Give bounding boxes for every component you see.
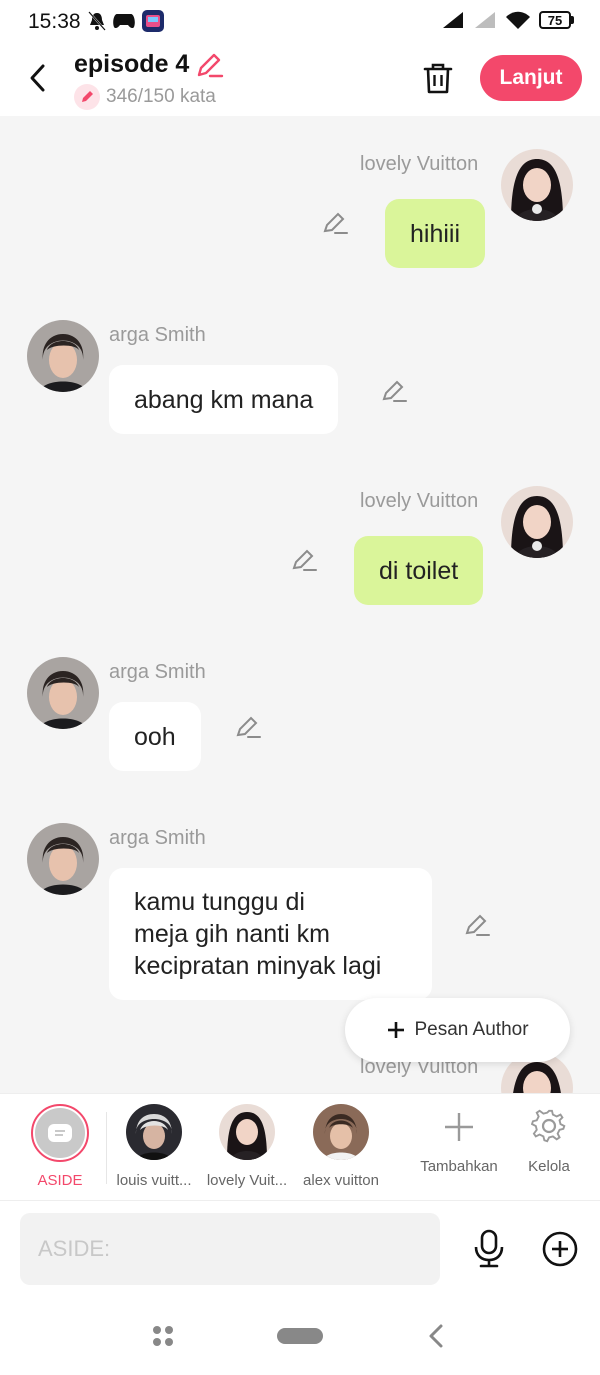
pencil-icon: [465, 914, 490, 936]
back-arrow-icon: [30, 64, 45, 92]
word-count-text: 346/150 kata: [106, 86, 216, 107]
message-line: meja gih nanti km: [134, 920, 330, 948]
add-character-label: Tambahkan: [420, 1158, 498, 1175]
character-label: louis vuitt...: [116, 1172, 192, 1189]
edit-message-button[interactable]: [463, 911, 491, 939]
nav-back-icon: [429, 1324, 443, 1348]
bell-off-icon: [88, 11, 106, 31]
message-line: kecipratan minyak lagi: [134, 952, 382, 980]
microphone-button[interactable]: [470, 1227, 508, 1271]
message-line: kamu tunggu di: [134, 888, 305, 916]
header: episode 4 346/150 kata Lanjut: [0, 44, 600, 116]
pencil-badge-icon: [74, 84, 100, 110]
back-button[interactable]: [22, 60, 52, 96]
message-bubble[interactable]: kamu tunggu di meja gih nanti km kecipra…: [109, 868, 432, 1000]
message-bubble[interactable]: abang km mana: [109, 365, 339, 434]
character-aside[interactable]: ASIDE: [15, 1104, 105, 1189]
navigation-bar: [0, 1297, 600, 1375]
divider: [106, 1112, 107, 1184]
plus-icon: [388, 1022, 405, 1038]
avatar[interactable]: [27, 657, 99, 729]
gear-icon: [531, 1109, 566, 1143]
delete-button[interactable]: [420, 58, 456, 98]
avatar[interactable]: [27, 320, 99, 392]
character-lovely[interactable]: lovely Vuit...: [202, 1104, 292, 1189]
signal-weak-icon: [475, 12, 495, 28]
battery-icon: 75: [539, 11, 574, 29]
pencil-icon: [236, 716, 261, 738]
aside-icon: [35, 1108, 85, 1158]
message-input[interactable]: [20, 1213, 440, 1285]
battery-level: 75: [539, 11, 571, 29]
message-bubble[interactable]: ooh: [109, 702, 201, 771]
character-louis[interactable]: louis vuitt...: [109, 1104, 199, 1189]
message-bubble[interactable]: di toilet: [354, 536, 484, 605]
gamepad-icon: [113, 14, 135, 29]
sender-name: lovely Vuitton: [360, 153, 479, 175]
app-icon: [142, 10, 164, 32]
apps-icon: [153, 1326, 173, 1346]
status-time: 15:38: [28, 10, 81, 33]
pencil-icon: [323, 212, 348, 234]
manage-button[interactable]: Kelola: [504, 1108, 594, 1175]
attach-button[interactable]: [541, 1230, 579, 1268]
sender-name: lovely Vuitton: [360, 490, 479, 512]
plus-icon: [445, 1113, 473, 1141]
edit-message-button[interactable]: [234, 713, 262, 741]
signal-icon: [443, 12, 463, 28]
avatar: [313, 1104, 369, 1160]
apps-button[interactable]: [151, 1324, 175, 1353]
pencil-icon: [292, 549, 317, 571]
message-bubble[interactable]: hihiii: [385, 199, 486, 268]
nav-back-button[interactable]: [427, 1323, 445, 1354]
home-pill-icon: [277, 1328, 323, 1344]
character-label: ASIDE: [37, 1172, 83, 1189]
status-bar: 15:38 75: [0, 0, 600, 44]
episode-title[interactable]: episode 4: [74, 50, 189, 79]
home-button[interactable]: [277, 1328, 323, 1349]
edit-title-button[interactable]: [194, 50, 224, 85]
avatar[interactable]: [501, 486, 573, 558]
avatar: [219, 1104, 275, 1160]
microphone-icon: [474, 1229, 504, 1268]
wifi-icon: [506, 11, 530, 29]
character-label: lovely Vuit...: [206, 1172, 288, 1189]
next-button[interactable]: Lanjut: [480, 55, 582, 101]
add-character-button[interactable]: Tambahkan: [414, 1110, 504, 1175]
pencil-icon: [197, 53, 224, 78]
character-alex[interactable]: alex vuitton: [296, 1104, 386, 1189]
avatar[interactable]: [501, 149, 573, 221]
edit-message-button[interactable]: [321, 209, 349, 237]
character-bar: ASIDE louis vuitt... lovely Vuit... alex…: [0, 1093, 600, 1201]
word-count: 346/150 kata: [74, 84, 216, 110]
pencil-icon: [382, 380, 407, 402]
trash-icon: [423, 63, 453, 94]
author-message-button[interactable]: Pesan Author: [345, 998, 570, 1062]
sender-name: arga Smith: [109, 324, 206, 346]
avatar[interactable]: [27, 823, 99, 895]
avatar: [126, 1104, 182, 1160]
author-message-label: Pesan Author: [414, 1019, 529, 1040]
edit-message-button[interactable]: [380, 377, 408, 405]
input-bar: [0, 1201, 600, 1297]
edit-message-button[interactable]: [290, 546, 318, 574]
sender-name: arga Smith: [109, 661, 206, 683]
sender-name: arga Smith: [109, 827, 206, 849]
plus-circle-icon: [542, 1231, 578, 1267]
manage-label: Kelola: [528, 1158, 570, 1175]
chat-area[interactable]: lovely Vuitton hihiii arga Smith abang k…: [0, 116, 600, 1093]
character-label: alex vuitton: [303, 1172, 379, 1189]
